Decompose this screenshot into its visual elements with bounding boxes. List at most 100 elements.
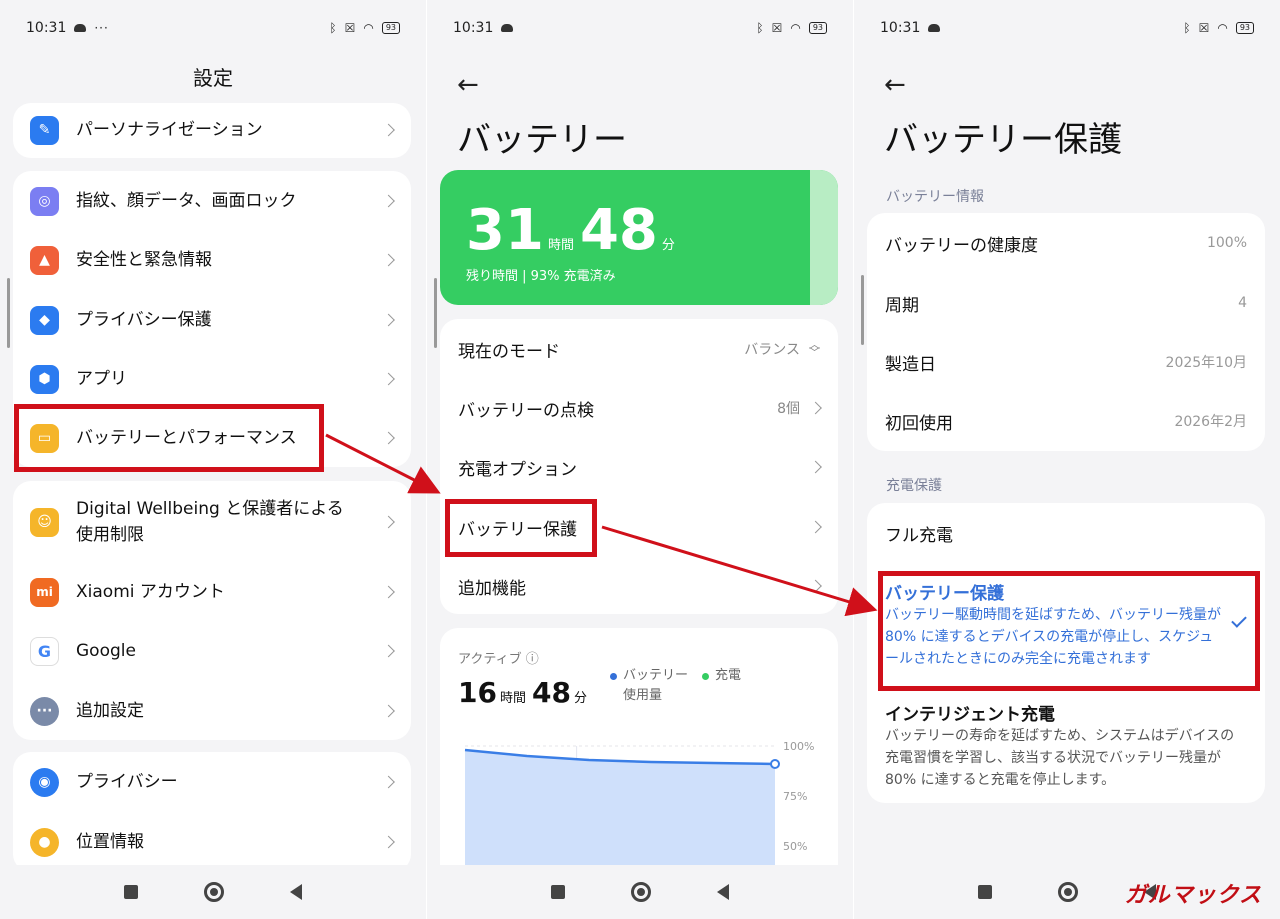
info-key: 製造日 — [885, 354, 936, 375]
help-icon[interactable]: ⓘ — [526, 652, 539, 667]
eye-icon: ◉ — [30, 767, 59, 797]
settings-item-xiaomi-account[interactable]: mi Xiaomi アカウント — [13, 562, 411, 622]
personalization-icon: ✎ — [30, 115, 59, 145]
option-full-charge[interactable]: フル充電 — [867, 503, 1265, 563]
info-key: バッテリーの健康度 — [885, 235, 1038, 256]
settings-item-additional[interactable]: ··· 追加設定 — [13, 681, 411, 741]
chevron-right-icon — [382, 313, 395, 327]
item-label: プライバシー — [76, 772, 178, 792]
info-row-cycles: 周期 4 — [867, 273, 1265, 333]
apps-icon: ⬢ — [30, 364, 59, 394]
item-label: 安全性と緊急情報 — [76, 250, 212, 270]
more-dots: ··· — [94, 21, 109, 35]
row-label: 充電オプション — [458, 459, 577, 480]
back-arrow-icon[interactable]: ← — [457, 70, 479, 100]
bluetooth-icon: ᛒ — [1183, 21, 1191, 35]
settings-item-fingerprint[interactable]: ◎ 指紋、顔データ、画面ロック — [13, 171, 411, 231]
settings-item-privacy-protection[interactable]: ◆ プライバシー保護 — [13, 290, 411, 350]
usage-area — [465, 750, 775, 878]
settings-screen: 10:31 ··· ᛒ ☒ ◠ 93 設定 ✎ パーソナライゼーション ◎ 指紋… — [0, 0, 426, 919]
settings-item-wellbeing[interactable]: ☺ Digital Wellbeing と保護者による使用制限 — [13, 493, 411, 551]
battery-info-card: バッテリーの健康度 100% 周期 4 製造日 2025年10月 初回使用 20… — [867, 213, 1265, 451]
chevron-right-icon — [382, 431, 395, 445]
info-row-manufactured: 製造日 2025年10月 — [867, 332, 1265, 392]
google-icon: G — [30, 636, 59, 666]
highlight-box — [445, 499, 597, 557]
home-button[interactable] — [1058, 882, 1078, 902]
back-button[interactable] — [290, 884, 302, 900]
inspection-row[interactable]: バッテリーの点検 8個 — [440, 378, 838, 438]
scroll-indicator — [434, 278, 437, 348]
emergency-icon: ▲ — [30, 245, 59, 275]
battery-protection-screen: 10:31 ᛒ ☒ ◠ 93 ← バッテリー保護 バッテリー情報 バッテリーの健… — [854, 0, 1280, 919]
settings-item-location[interactable]: ● 位置情報 — [13, 812, 411, 872]
battery-options-card: 現在のモード バランス ︿ ﹀ バッテリーの点検 8個 充電オプション バッテリー… — [440, 319, 838, 614]
settings-group-3: ☺ Digital Wellbeing と保護者による使用制限 mi Xiaom… — [13, 481, 411, 740]
sidebar-item-personalization[interactable]: ✎ パーソナライゼーション — [13, 100, 411, 160]
chevron-right-icon — [382, 644, 395, 658]
home-button[interactable] — [631, 882, 651, 902]
home-button[interactable] — [204, 882, 224, 902]
hours-unit: 時間 — [547, 238, 574, 253]
legend-usage: バッテリー使用量 — [610, 666, 700, 706]
back-button[interactable] — [717, 884, 729, 900]
back-arrow-icon[interactable]: ← — [884, 70, 906, 100]
chevron-right-icon — [382, 775, 395, 789]
legend-dot-charge — [702, 673, 709, 680]
more-settings-icon: ··· — [30, 696, 59, 726]
wellbeing-icon: ☺ — [30, 507, 59, 537]
item-label: 指紋、顔データ、画面ロック — [76, 191, 297, 211]
extra-features-row[interactable]: 追加機能 — [440, 556, 838, 616]
no-sim-icon: ☒ — [771, 21, 783, 35]
chevron-right-icon — [809, 579, 822, 593]
mode-row[interactable]: 現在のモード バランス ︿ ﹀ — [440, 319, 838, 379]
item-label: Digital Wellbeing と保護者による使用制限 — [76, 499, 344, 545]
bluetooth-icon: ᛒ — [329, 21, 337, 35]
item-label: Google — [76, 641, 136, 661]
page-title: バッテリー — [457, 120, 627, 160]
item-label: Xiaomi アカウント — [76, 582, 225, 602]
settings-item-apps[interactable]: ⬢ アプリ — [13, 349, 411, 409]
usage-end-point — [770, 759, 780, 769]
battery-screen: 10:31 ᛒ ☒ ◠ 93 ← バッテリー 31 時間 48 分 残り時間 | 9… — [427, 0, 853, 919]
recents-button[interactable] — [978, 885, 992, 899]
battery-status-icon: 93 — [1235, 22, 1254, 34]
row-label: 追加機能 — [458, 578, 526, 599]
item-label: プライバシー保護 — [76, 310, 212, 330]
inspection-count: 8個 — [777, 401, 800, 417]
nav-bar — [0, 865, 426, 919]
highlight-box — [878, 571, 1260, 691]
info-value: 4 — [1238, 295, 1247, 311]
highlight-box — [14, 404, 324, 472]
option-intelligent-charge[interactable]: インテリジェント充電 バッテリーの寿命を延ばすため、システムはデバイスの充電習慣… — [885, 700, 1247, 791]
info-row-health: バッテリーの健康度 100% — [867, 213, 1265, 273]
activity-card: アクティブ ⓘ 16 時間 48 分 バッテリー使用量 充電 100% 75% 50% — [440, 628, 838, 888]
settings-item-privacy[interactable]: ◉ プライバシー — [13, 752, 411, 812]
up-down-icon: ︿ ﹀ — [809, 338, 820, 359]
charging-options-row[interactable]: 充電オプション — [440, 437, 838, 497]
chevron-right-icon — [382, 585, 395, 599]
remaining-time: 31 時間 48 分 — [466, 198, 681, 263]
legend-label: バッテリー使用量 — [623, 668, 689, 703]
active-time: 16 時間 48 分 — [458, 676, 593, 709]
info-key: 初回使用 — [885, 413, 953, 434]
settings-item-emergency[interactable]: ▲ 安全性と緊急情報 — [13, 230, 411, 290]
row-label: 現在のモード — [458, 341, 560, 362]
no-sim-icon: ☒ — [1198, 21, 1210, 35]
bluetooth-icon: ᛒ — [756, 21, 764, 35]
info-value: 2026年2月 — [1174, 414, 1247, 430]
activity-label: アクティブ ⓘ — [458, 648, 539, 667]
battery-status-icon: 93 — [381, 22, 400, 34]
settings-group-4: ◉ プライバシー ● 位置情報 — [13, 752, 411, 872]
chevron-right-icon — [382, 515, 395, 529]
legend-label: 充電 — [715, 668, 742, 683]
page-title: 設定 — [193, 66, 233, 90]
section-label-protection: 充電保護 — [886, 478, 942, 494]
settings-item-google[interactable]: G Google — [13, 621, 411, 681]
item-label: 追加設定 — [76, 701, 144, 721]
activity-label-text: アクティブ — [458, 652, 522, 667]
status-bar: 10:31 ᛒ ☒ ◠ 93 — [453, 18, 827, 38]
recents-button[interactable] — [551, 885, 565, 899]
item-label: パーソナライゼーション — [76, 120, 263, 140]
recents-button[interactable] — [124, 885, 138, 899]
